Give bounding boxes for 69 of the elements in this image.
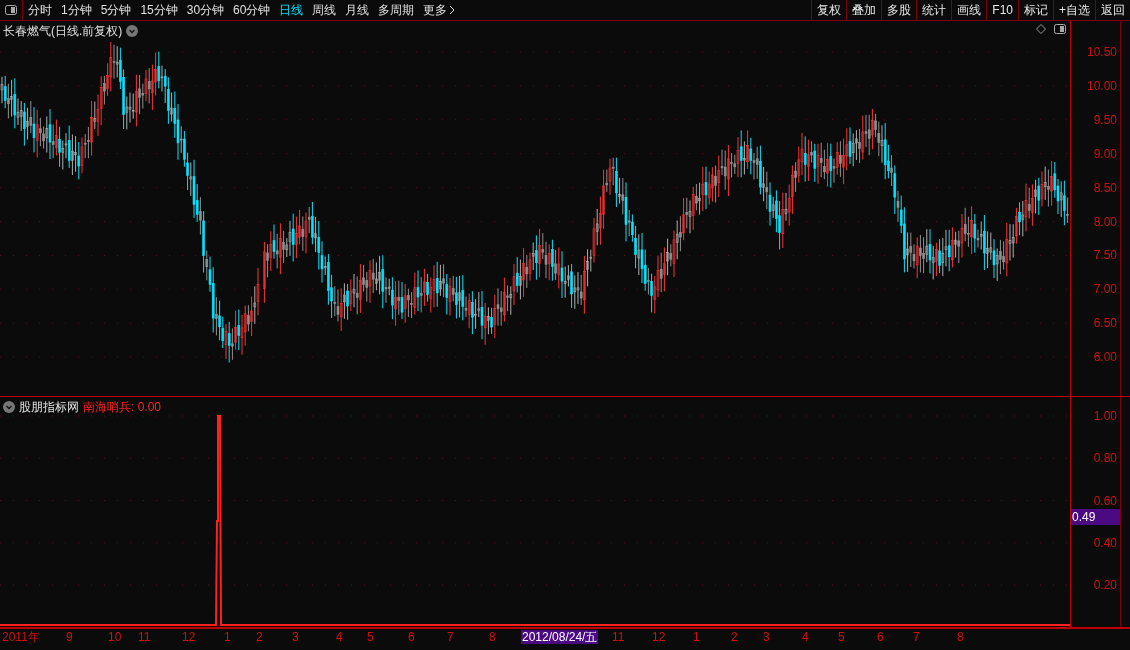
diamond-icon[interactable]: [1036, 24, 1046, 34]
toolbar-button[interactable]: 画线: [951, 0, 987, 20]
price-label: 7.50: [1093, 248, 1117, 263]
date-label: 7: [913, 630, 920, 644]
date-label: 8: [957, 630, 964, 644]
period-tab[interactable]: 30分钟: [186, 1, 225, 19]
date-label: 12: [652, 630, 666, 644]
price-label: 6.50: [1093, 316, 1117, 331]
date-label: 4: [802, 630, 809, 644]
panel-toggle-icon[interactable]: [1054, 24, 1066, 34]
price-label: 10.00: [1086, 78, 1117, 93]
indicator-axis-label: 1.00: [1093, 409, 1117, 423]
panel-toggle-icon[interactable]: [5, 5, 17, 15]
toolbar-button[interactable]: +自选: [1053, 0, 1095, 20]
toolbar-button[interactable]: 叠加: [846, 0, 882, 20]
indicator-axis-label: 0.20: [1093, 578, 1117, 592]
price-label: 8.00: [1093, 214, 1117, 229]
price-label: 8.50: [1093, 180, 1117, 195]
price-label: 10.50: [1086, 45, 1117, 59]
date-label: 11: [138, 630, 151, 644]
date-label: 6: [877, 630, 884, 644]
date-label: 2: [256, 630, 263, 644]
date-label: 1: [693, 630, 700, 644]
period-tab[interactable]: 5分钟: [100, 1, 132, 19]
toolbar-button[interactable]: 多股: [881, 0, 917, 20]
period-tab[interactable]: 15分钟: [140, 1, 178, 19]
date-label: 5: [367, 630, 374, 644]
indicator-axis-label: 0.40: [1093, 535, 1117, 550]
date-label: 3: [763, 630, 770, 644]
date-label: 11: [612, 630, 625, 644]
date-label: 4: [336, 630, 343, 644]
cursor-date-label: 2012/08/24/五: [521, 630, 599, 644]
toolbar-button[interactable]: 返回: [1095, 0, 1130, 20]
chevron-right-icon: [449, 5, 456, 15]
period-tab[interactable]: 1分钟: [61, 1, 92, 19]
period-tab[interactable]: 日线: [279, 1, 304, 19]
toolbar-button[interactable]: 标记: [1018, 0, 1053, 20]
date-label: 12: [182, 630, 196, 644]
dropdown-icon[interactable]: [3, 401, 15, 413]
date-label: 7: [447, 630, 454, 644]
date-label: 5: [838, 630, 845, 644]
indicator-value: 南海哨兵: 0.00: [83, 399, 162, 416]
date-label: 2011年: [2, 630, 40, 644]
toolbar-button[interactable]: 统计: [916, 0, 952, 20]
date-label: 8: [489, 630, 496, 644]
period-tab[interactable]: 多周期: [378, 1, 415, 19]
period-tab[interactable]: 周线: [312, 1, 337, 19]
date-label: 2: [731, 630, 738, 644]
chart-title: 长春燃气(日线.前复权): [3, 23, 123, 40]
indicator-source: 股朋指标网: [19, 399, 79, 416]
date-label: 6: [408, 630, 415, 644]
toolbar-button[interactable]: F10: [986, 0, 1018, 20]
indicator-axis-label: 0.80: [1093, 451, 1117, 466]
price-label: 7.00: [1093, 282, 1117, 297]
period-tab[interactable]: 月线: [345, 1, 370, 19]
dropdown-icon[interactable]: [126, 25, 139, 37]
period-tab[interactable]: 60分钟: [233, 1, 271, 19]
period-tab[interactable]: 分时: [28, 1, 52, 19]
date-label: 1: [224, 630, 231, 644]
price-label: 9.50: [1093, 112, 1117, 127]
date-label: 10: [108, 630, 122, 644]
indicator-axis-label: 0.60: [1093, 493, 1117, 508]
toolbar-button[interactable]: 复权: [811, 0, 847, 20]
price-label: 9.00: [1093, 146, 1117, 161]
date-label: 9: [66, 630, 73, 644]
date-label: 3: [292, 630, 299, 644]
current-value-badge: 0.49: [1071, 509, 1120, 525]
price-label: 6.00: [1093, 350, 1117, 365]
period-tab[interactable]: 更多: [423, 1, 456, 19]
